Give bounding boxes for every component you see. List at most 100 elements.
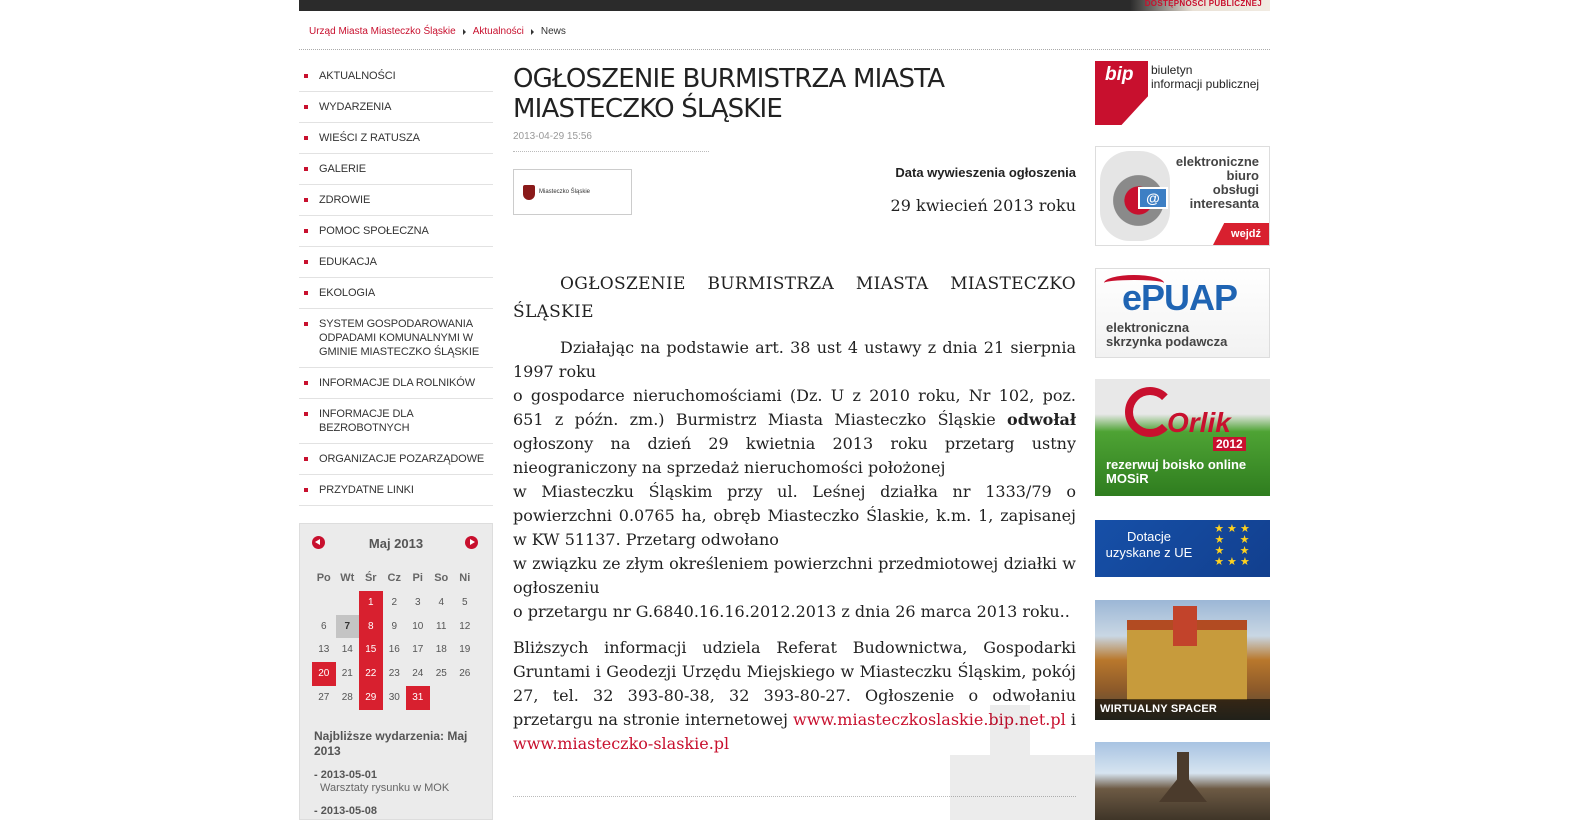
- calendar-day: 25: [435, 668, 447, 680]
- events-calendar: Maj 2013 Po Wt Śr Cz Pi So Ni 1 2 3 4 5 6 7 8 9 10 11 12 13…: [299, 523, 493, 820]
- promo-text: DOSTĘPNOŚCI PUBLICZNEJ: [1144, 0, 1262, 8]
- epuap-text: elektroniczna skrzynka podawcza: [1106, 320, 1228, 349]
- calendar-day: 24: [412, 668, 424, 680]
- breadcrumb-divider: [299, 49, 1270, 50]
- breadcrumb-news-link[interactable]: Aktualności: [473, 26, 524, 37]
- sidebar-item-wiesci-z-ratusza[interactable]: WIEŚCI Z RATUSZA: [299, 123, 493, 154]
- paragraph-line: o przetargu nr G.6840.16.16.2012.2013 z …: [513, 602, 1070, 621]
- ebiuro-banner[interactable]: @ elektroniczne biuro obsługi interesant…: [1095, 146, 1270, 246]
- sidebar-item-aktualnosci[interactable]: AKTUALNOŚCI: [299, 61, 493, 92]
- thumbnail-label: Miasteczko Śląskie: [539, 189, 591, 195]
- calendar-day[interactable]: 8: [359, 614, 383, 639]
- sidebar-item-zdrowie[interactable]: ZDROWIE: [299, 185, 493, 216]
- calendar-day[interactable]: 29: [359, 685, 383, 710]
- calendar-weekday: Śr: [364, 572, 377, 584]
- paragraph-line: Działając na podstawie art. 38 ust 4 ust…: [513, 338, 1076, 381]
- town-hall-tower-image: [1173, 606, 1197, 646]
- sidebar-item-system-odpadow[interactable]: SYSTEM GOSPODAROWANIA ODPADAMI KOMUNALNY…: [299, 309, 493, 368]
- page-title: OGŁOSZENIE BURMISTRZA MIASTA MIASTECZKO …: [513, 64, 945, 124]
- event-title[interactable]: Warsztaty rysunku w MOK: [314, 782, 484, 795]
- article-body: OGŁOSZENIE BURMISTRZA MIASTA MIASTECZKO …: [513, 270, 1076, 768]
- enter-button[interactable]: wejdź: [1213, 223, 1269, 245]
- calendar-empty-cell: [430, 686, 454, 710]
- calendar-weekday: Pi: [412, 572, 423, 584]
- eu-funding-text: Dotacje uzyskane z UE: [1105, 529, 1193, 560]
- calendar-day[interactable]: 31: [406, 685, 430, 710]
- event-date: - 2013-05-08: [314, 805, 377, 817]
- article: OGŁOSZENIE BURMISTRZA MIASTA MIASTECZKO …: [513, 64, 1076, 753]
- sidebar-menu: AKTUALNOŚCI WYDARZENIA WIEŚCI Z RATUSZA …: [299, 61, 493, 506]
- accessibility-promo-banner[interactable]: DOSTĘPNOŚCI PUBLICZNEJ: [1130, 0, 1270, 11]
- sidebar-item-organizacje-pozarzadowe[interactable]: ORGANIZACJE POZARZĄDOWE: [299, 444, 493, 475]
- calendar-day: 3: [414, 596, 421, 608]
- calendar-empty-cell: [453, 686, 477, 710]
- calendar-day: 28: [341, 691, 353, 703]
- calendar-day: 7: [335, 614, 359, 639]
- orlik-year: 2012: [1213, 437, 1246, 451]
- breadcrumb-arrow-icon: [462, 28, 466, 35]
- event-item[interactable]: - 2013-05-08: [314, 805, 484, 818]
- sidebar-item-wydarzenia[interactable]: WYDARZENIA: [299, 92, 493, 123]
- calendar-day[interactable]: 1: [359, 590, 383, 615]
- eu-funding-banner[interactable]: Dotacje uzyskane z UE ★ ★ ★ ★ ★ ★ ★ ★ ★ ★: [1095, 520, 1270, 577]
- orlik-text: rezerwuj boisko online MOSiR: [1106, 457, 1247, 486]
- calendar-day: 16: [388, 644, 400, 656]
- event-item[interactable]: - 2013-05-01 Warsztaty rysunku w MOK: [314, 769, 484, 795]
- sidebar-item-edukacja[interactable]: EDUKACJA: [299, 247, 493, 278]
- calendar-next-month-icon[interactable]: [465, 536, 478, 549]
- calendar-day[interactable]: 20: [312, 662, 336, 686]
- sidebar-item-galerie[interactable]: GALERIE: [299, 154, 493, 185]
- watermark-building-image: [950, 705, 1100, 820]
- coat-of-arms-icon: [523, 184, 535, 200]
- calendar-day: 13: [318, 644, 330, 656]
- calendar-day: 4: [438, 596, 445, 608]
- bip-banner[interactable]: bip biuletyn informacji publicznej: [1095, 61, 1270, 125]
- calendar-day: 11: [436, 620, 447, 632]
- paragraph-line: w Miasteczku Śląskim przy ul. Leśnej dzi…: [513, 482, 1076, 549]
- calendar-grid: Po Wt Śr Cz Pi So Ni 1 2 3 4 5 6 7 8 9 10 11 12 13 14 15 16 17 1…: [312, 567, 477, 710]
- calendar-day: 30: [388, 691, 400, 703]
- website-link[interactable]: www.miasteczko-slaskie.pl: [513, 734, 729, 753]
- breadcrumb-home-link[interactable]: Urząd Miasta Miasteczko Śląskie: [309, 26, 456, 37]
- epuap-banner[interactable]: ePUAP elektroniczna skrzynka podawcza: [1095, 268, 1270, 358]
- church-photo-banner[interactable]: [1095, 742, 1270, 820]
- sidebar-item-informacje-dla-bezrobotnych[interactable]: INFORMACJE DLA BEZROBOTNYCH: [299, 399, 493, 444]
- calendar-weekday: Po: [316, 572, 331, 584]
- orlik-banner[interactable]: Orlik 2012 rezerwuj boisko online MOSiR: [1095, 379, 1270, 496]
- church-roof-image: [1159, 772, 1207, 802]
- calendar-day: 6: [320, 620, 327, 632]
- calendar-empty-cell: [312, 591, 336, 615]
- calendar-day: 17: [412, 644, 424, 656]
- ebiuro-text: elektroniczne biuro obsługi interesanta: [1175, 154, 1259, 211]
- article-heading: OGŁOSZENIE BURMISTRZA MIASTA MIASTECZKO …: [513, 274, 1076, 322]
- upcoming-events-title: Najbliższe wydarzenia: Maj 2013: [314, 729, 468, 758]
- virtual-tour-label: WIRTUALNY SPACER: [1095, 699, 1270, 720]
- calendar-day: 12: [459, 620, 471, 632]
- posted-date-value: 29 kwiecień 2013 roku: [890, 196, 1076, 215]
- eu-stars-icon: ★ ★ ★ ★ ★ ★ ★ ★ ★ ★: [1214, 523, 1250, 568]
- sidebar-item-przydatne-linki[interactable]: PRZYDATNE LINKI: [299, 475, 493, 506]
- sidebar-item-informacje-dla-rolnikow[interactable]: INFORMACJE DLA ROLNIKÓW: [299, 368, 493, 399]
- calendar-day[interactable]: 22: [359, 662, 383, 686]
- virtual-tour-banner[interactable]: WIRTUALNY SPACER: [1095, 600, 1270, 720]
- date-divider: [513, 151, 709, 152]
- article-thumbnail[interactable]: Miasteczko Śląskie: [513, 169, 632, 215]
- orlik-name: Orlik: [1167, 407, 1231, 438]
- calendar-day: 9: [391, 620, 398, 632]
- calendar-day: 10: [412, 620, 424, 632]
- calendar-weekday: Cz: [387, 572, 401, 584]
- sidebar-item-pomoc-spoleczna[interactable]: POMOC SPOŁECZNA: [299, 216, 493, 247]
- paragraph-text: ogłoszony na dzień 29 kwietnia 2013 roku…: [513, 434, 1076, 477]
- paragraph-text: o gospodarce nieruchomościami (Dz. U z 2…: [513, 386, 1076, 429]
- calendar-day[interactable]: 15: [359, 638, 383, 663]
- breadcrumb-current: News: [540, 26, 566, 37]
- calendar-day: 2: [391, 596, 398, 608]
- sidebar-item-ekologia[interactable]: EKOLOGIA: [299, 278, 493, 309]
- upcoming-events: Najbliższe wydarzenia: Maj 2013 - 2013-0…: [314, 729, 484, 818]
- breadcrumb-arrow-icon: [530, 28, 534, 35]
- event-date: - 2013-05-01: [314, 769, 377, 781]
- calendar-day: 27: [318, 691, 330, 703]
- breadcrumb: Urząd Miasta Miasteczko Śląskie Aktualno…: [309, 26, 566, 37]
- epuap-logo: ePUAP: [1122, 277, 1238, 318]
- calendar-header: Maj 2013: [300, 524, 492, 564]
